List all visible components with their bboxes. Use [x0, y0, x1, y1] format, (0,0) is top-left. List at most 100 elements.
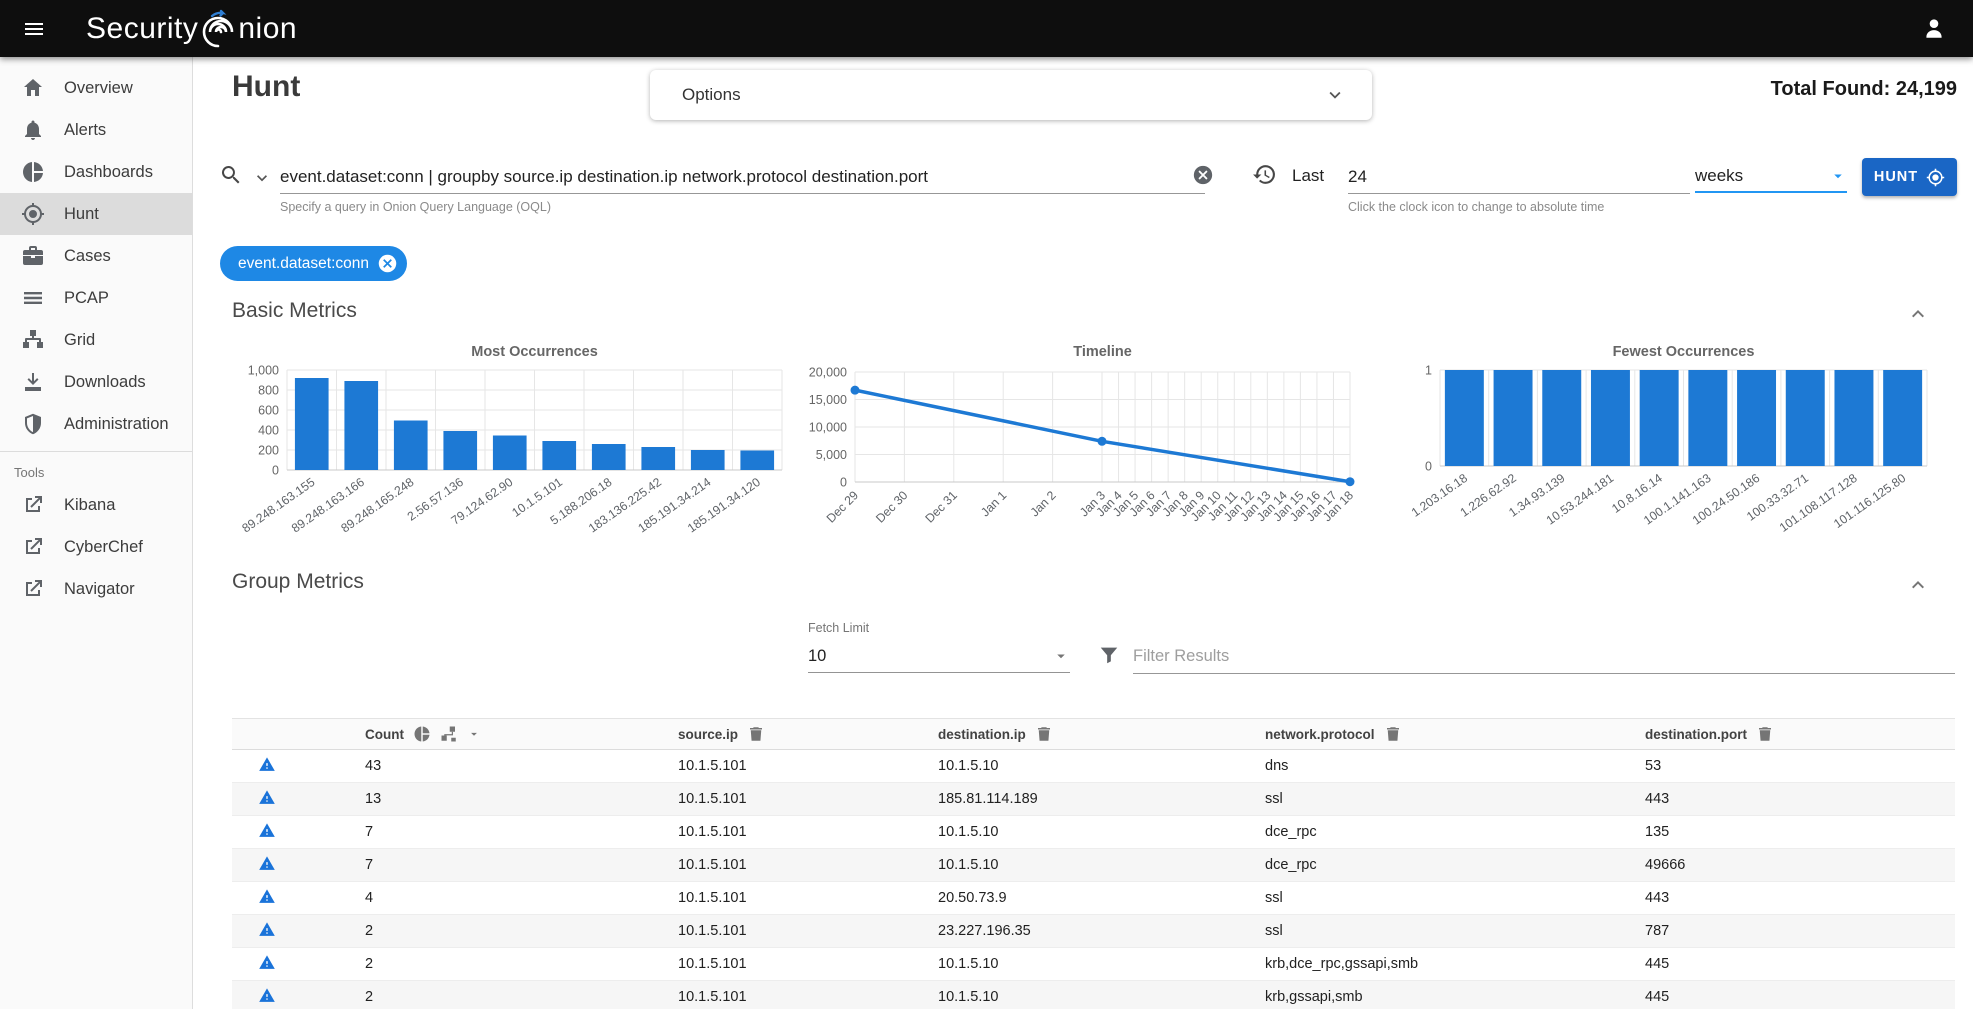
query-dropdown-caret-icon[interactable] — [252, 168, 272, 188]
column-header-source-ip[interactable]: source.ip — [678, 725, 938, 743]
user-icon[interactable] — [1921, 15, 1947, 41]
bar — [1688, 370, 1727, 466]
group-metrics-collapse-icon[interactable] — [1906, 573, 1930, 597]
svg-text:0: 0 — [840, 476, 847, 490]
column-header-destination-port[interactable]: destination.port — [1645, 725, 1955, 743]
svg-text:800: 800 — [258, 384, 279, 398]
hunt-page: Security nion Overview Alerts Dashboards Hu… — [0, 0, 1973, 1009]
table-row[interactable]: 4310.1.5.10110.1.5.10dns53 — [232, 750, 1955, 783]
pie-chart-icon — [21, 160, 45, 184]
sidebar-item-hunt[interactable]: Hunt — [0, 193, 192, 235]
warning-icon[interactable] — [258, 921, 276, 938]
sidebar-item-overview[interactable]: Overview — [0, 67, 192, 109]
warning-icon[interactable] — [258, 888, 276, 905]
table-header-row: Countsource.ipdestination.ipnetwork.prot… — [232, 718, 1955, 750]
sidebar: Overview Alerts Dashboards Hunt CasesPCAPGri… — [0, 57, 193, 1009]
fewest-occurrences-chart[interactable]: Fewest Occurrences011.203.16.181.226.62.… — [1400, 340, 1973, 555]
sidebar-item-grid[interactable]: Grid — [0, 319, 192, 361]
table-cell: 20.50.73.9 — [938, 890, 1265, 906]
trash-icon[interactable] — [1384, 725, 1402, 743]
options-label: Options — [682, 85, 741, 105]
trash-icon[interactable] — [1756, 725, 1774, 743]
sidebar-item-downloads[interactable]: Downloads — [0, 361, 192, 403]
options-expander[interactable]: Options — [650, 70, 1372, 120]
graph-icon[interactable] — [440, 725, 458, 743]
filter-chip[interactable]: event.dataset:conn — [220, 246, 407, 281]
bar — [1834, 370, 1873, 466]
hunt-button-label: HUNT — [1874, 169, 1918, 185]
trash-icon[interactable] — [1035, 725, 1053, 743]
table-cell: 10.1.5.101 — [678, 956, 938, 972]
sidebar-tool-kibana[interactable]: Kibana — [0, 484, 192, 526]
svg-text:Dec 30: Dec 30 — [873, 488, 911, 526]
filter-results-input[interactable] — [1133, 640, 1955, 674]
hunt-button[interactable]: HUNT — [1862, 158, 1957, 196]
remove-filter-icon[interactable] — [377, 253, 398, 274]
group-metrics-table: Countsource.ipdestination.ipnetwork.prot… — [232, 718, 1955, 1009]
column-header-Count[interactable]: Count — [365, 725, 678, 743]
bar — [493, 436, 527, 471]
column-header-network-protocol[interactable]: network.protocol — [1265, 725, 1645, 743]
table-row[interactable]: 1310.1.5.101185.81.114.189ssl443 — [232, 783, 1955, 816]
timeline-chart[interactable]: Timeline05,00010,00015,00020,000Dec 29De… — [820, 340, 1365, 555]
sidebar-tool-label: CyberChef — [64, 538, 143, 557]
caret-down-icon — [1829, 167, 1847, 185]
basic-metrics-collapse-icon[interactable] — [1906, 302, 1930, 326]
bar — [394, 421, 428, 471]
basic-metrics-title: Basic Metrics — [232, 299, 357, 323]
bar — [641, 447, 675, 470]
table-row[interactable]: 210.1.5.10123.227.196.35ssl787 — [232, 915, 1955, 948]
bar — [295, 378, 329, 470]
table-cell: dce_rpc — [1265, 824, 1645, 840]
table-row[interactable]: 210.1.5.10110.1.5.10krb,dce_rpc,gssapi,s… — [232, 948, 1955, 981]
external-link-icon — [21, 535, 45, 559]
table-body: 4310.1.5.10110.1.5.10dns531310.1.5.10118… — [232, 750, 1955, 1009]
table-cell: dce_rpc — [1265, 857, 1645, 873]
sidebar-item-dashboards[interactable]: Dashboards — [0, 151, 192, 193]
sidebar-item-cases[interactable]: Cases — [0, 235, 192, 277]
table-cell: krb,gssapi,smb — [1265, 989, 1645, 1005]
warning-icon[interactable] — [258, 855, 276, 872]
trash-icon[interactable] — [747, 725, 765, 743]
warning-icon[interactable] — [258, 987, 276, 1004]
duration-input[interactable] — [1348, 160, 1690, 194]
fetch-limit-label: Fetch Limit — [808, 621, 869, 635]
column-header-destination-ip[interactable]: destination.ip — [938, 725, 1265, 743]
warning-icon[interactable] — [258, 954, 276, 971]
warning-icon[interactable] — [258, 789, 276, 806]
svg-text:200: 200 — [258, 444, 279, 458]
sidebar-item-label: Hunt — [64, 205, 99, 224]
warning-icon[interactable] — [258, 822, 276, 839]
warning-icon[interactable] — [258, 756, 276, 773]
sidebar-item-pcap[interactable]: PCAP — [0, 277, 192, 319]
table-row[interactable]: 410.1.5.10120.50.73.9ssl443 — [232, 882, 1955, 915]
table-cell: 10.1.5.101 — [678, 890, 938, 906]
history-clock-icon[interactable] — [1252, 162, 1277, 187]
svg-text:Most Occurrences: Most Occurrences — [471, 344, 598, 360]
home-icon — [21, 76, 45, 100]
caret-down-icon[interactable] — [467, 727, 481, 741]
table-cell: 10.1.5.101 — [678, 758, 938, 774]
table-row[interactable]: 710.1.5.10110.1.5.10dce_rpc49666 — [232, 849, 1955, 882]
bar — [740, 451, 774, 471]
app-bar: Security nion — [0, 0, 1973, 57]
clear-query-icon[interactable] — [1192, 164, 1214, 186]
menu-icon[interactable] — [22, 17, 46, 41]
sidebar-item-administration[interactable]: Administration — [0, 403, 192, 445]
sidebar-item-alerts[interactable]: Alerts — [0, 109, 192, 151]
sidebar-tool-cyberchef[interactable]: CyberChef — [0, 526, 192, 568]
pie-chart-icon[interactable] — [413, 725, 431, 743]
table-cell: dns — [1265, 758, 1645, 774]
table-row[interactable]: 710.1.5.10110.1.5.10dce_rpc135 — [232, 816, 1955, 849]
sidebar-item-label: Alerts — [64, 121, 106, 140]
duration-unit-select[interactable]: weeks — [1695, 160, 1847, 193]
duration-unit-value: weeks — [1695, 166, 1743, 186]
query-input[interactable] — [280, 160, 1205, 194]
most-occurrences-chart[interactable]: Most Occurrences02004006008001,00089.248… — [232, 340, 822, 555]
fetch-limit-select[interactable]: 10 — [808, 640, 1070, 673]
table-cell: 135 — [1645, 824, 1955, 840]
sidebar-item-label: Overview — [64, 79, 133, 98]
table-row[interactable]: 210.1.5.10110.1.5.10krb,gssapi,smb445 — [232, 981, 1955, 1009]
sidebar-tool-navigator[interactable]: Navigator — [0, 568, 192, 610]
bar — [1786, 370, 1825, 466]
